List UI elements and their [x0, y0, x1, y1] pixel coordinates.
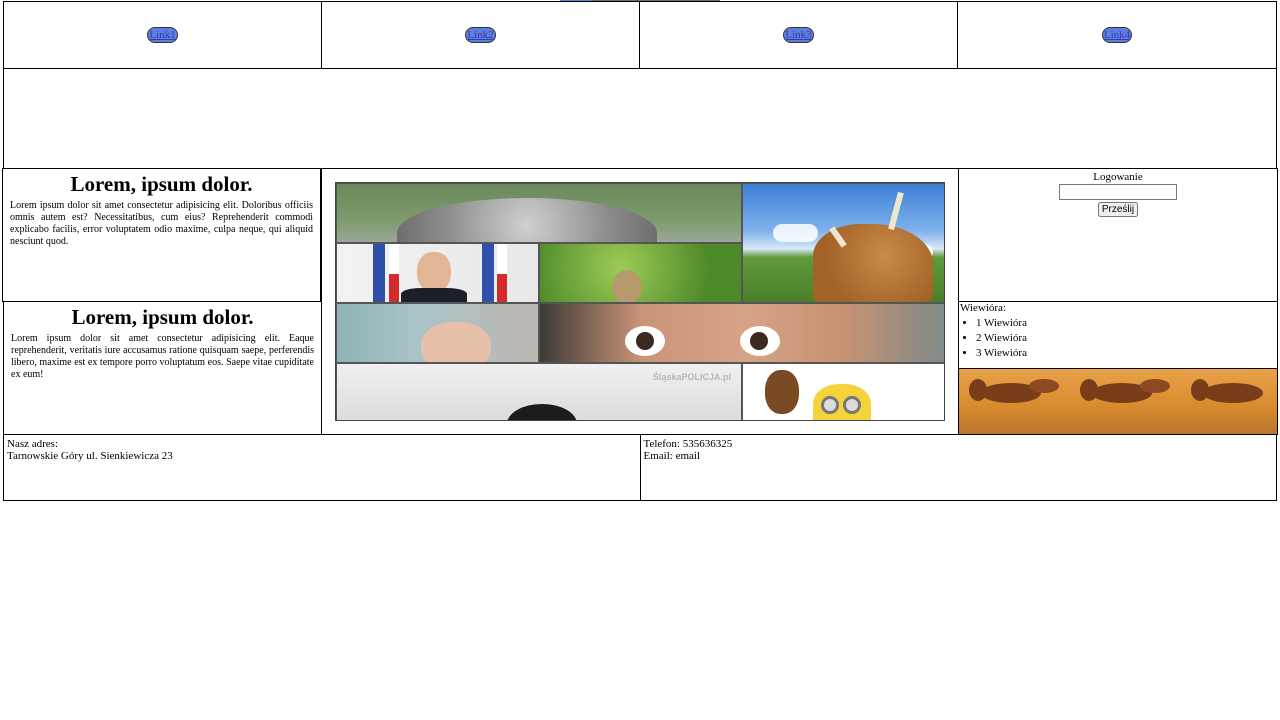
banner: [3, 68, 1277, 169]
nav-cell-2: Link2: [321, 1, 640, 69]
email-text: Email: email: [643, 450, 701, 462]
nav-cell-3: Link3: [639, 1, 958, 69]
right-column: Logowanie Prześlij Wiewióra: 1 Wiewióra …: [958, 168, 1278, 435]
nav-cell-4: Link4: [957, 1, 1277, 69]
gallery-image-police: ŚląskaPOLICJA.pl: [336, 363, 742, 420]
gallery-cell: ŚląskaPOLICJA.pl: [321, 168, 959, 435]
gallery-image-teddy-minion: [742, 363, 944, 420]
squirrel-image: [959, 369, 1070, 435]
nav-link-4[interactable]: Link4: [1101, 27, 1133, 43]
article-body: Lorem ipsum dolor sit amet consectetur a…: [11, 333, 314, 380]
nav-cell-1: Link1: [3, 1, 322, 69]
nav-link-1[interactable]: Link1: [147, 27, 178, 43]
main-row: Lorem, ipsum dolor. Lorem ipsum dolor si…: [2, 168, 1278, 435]
articles-column: Lorem, ipsum dolor. Lorem ipsum dolor si…: [2, 168, 322, 435]
nav-link-2[interactable]: Link2: [465, 27, 496, 43]
login-input[interactable]: [1059, 184, 1177, 200]
article-2: Lorem, ipsum dolor. Lorem ipsum dolor si…: [3, 301, 322, 435]
squirrel-list: 1 Wiewióra 2 Wiewióra 3 Wiewióra: [959, 316, 1277, 361]
article-1: Lorem, ipsum dolor. Lorem ipsum dolor si…: [2, 168, 321, 302]
footer-address: Nasz adres: Tarnowskie Góry ul. Sienkiew…: [3, 434, 641, 501]
squirrel-box: Wiewióra: 1 Wiewióra 2 Wiewióra 3 Wiewió…: [958, 301, 1278, 435]
gallery-image-monkey: [539, 243, 742, 303]
squirrel-image-strip: [959, 368, 1277, 435]
footer-row: Nasz adres: Tarnowskie Góry ul. Sienkiew…: [3, 434, 1277, 501]
squirrel-image: [1181, 369, 1277, 435]
login-box: Logowanie Prześlij: [958, 168, 1278, 302]
list-item: 1 Wiewióra: [976, 316, 1277, 331]
article-title: Lorem, ipsum dolor.: [71, 305, 254, 329]
banner-row: [3, 68, 1277, 169]
gallery-image-man-closeup: [336, 303, 539, 363]
list-item: 2 Wiewióra: [976, 331, 1277, 346]
list-item: 3 Wiewióra: [976, 346, 1277, 361]
photo-gallery: ŚląskaPOLICJA.pl: [335, 182, 945, 421]
footer-contact: Telefon: 535636325 Email: email: [639, 434, 1277, 501]
address-label: Nasz adres:: [7, 438, 59, 450]
article-title: Lorem, ipsum dolor.: [70, 172, 253, 196]
police-watermark: ŚląskaPOLICJA.pl: [652, 372, 731, 382]
nav-row: Link1 Link2 Link3 Link4: [3, 1, 1277, 69]
gallery-image-fur-hat: [336, 183, 742, 243]
phone-text: Telefon: 535636325: [643, 438, 733, 450]
gallery-image-wide-eyes: [539, 303, 944, 363]
gallery-image-portrait-flags: [336, 243, 539, 303]
squirrel-image: [1070, 369, 1181, 435]
gallery-image-highland-cow: [742, 183, 944, 303]
article-body: Lorem ipsum dolor sit amet consectetur a…: [10, 200, 313, 247]
squirrel-title: Wiewióra:: [960, 302, 1006, 314]
submit-button[interactable]: Prześlij: [1097, 202, 1139, 217]
address-value: Tarnowskie Góry ul. Sienkiewicza 23: [7, 450, 173, 462]
nav-link-3[interactable]: Link3: [783, 27, 814, 43]
login-title: Logowanie: [1093, 171, 1143, 183]
page-table: Link1 Link2 Link3 Link4 Lorem, ipsum dol…: [2, 1, 1278, 501]
